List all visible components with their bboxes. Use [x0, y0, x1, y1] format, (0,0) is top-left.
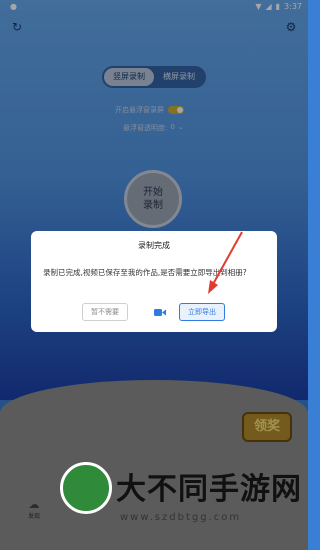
- red-arrow-annotation: [208, 231, 243, 294]
- video-camera-icon: [154, 309, 166, 316]
- watermark-url: www.szdbtgg.com: [120, 512, 242, 523]
- site-watermark: 大不同手游网 www.szdbtgg.com: [60, 460, 306, 550]
- export-now-button[interactable]: 立即导出: [179, 303, 225, 321]
- cancel-button[interactable]: 暂不需要: [82, 303, 128, 321]
- watermark-logo: [60, 462, 112, 514]
- watermark-text: 大不同手游网: [116, 472, 302, 507]
